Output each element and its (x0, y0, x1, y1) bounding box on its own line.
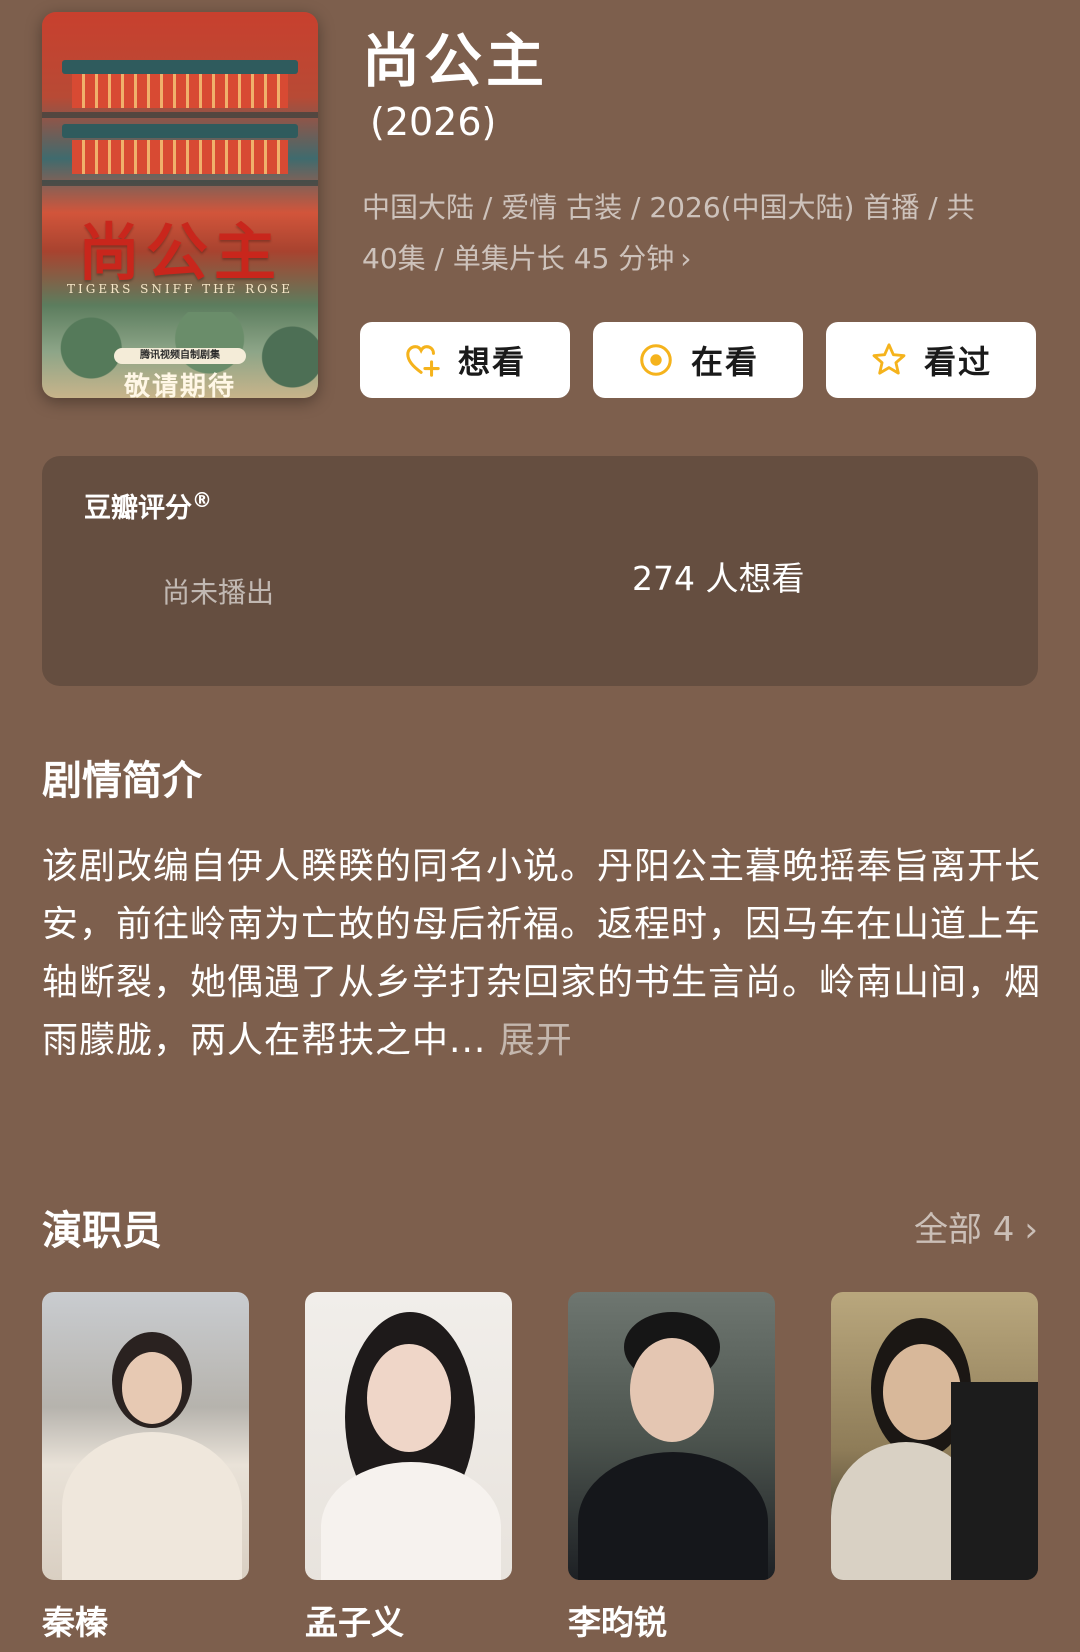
heart-plus-icon (406, 345, 440, 377)
expand-link[interactable]: 展开 (499, 1020, 573, 1061)
poster-pillars (72, 140, 288, 174)
meta-info[interactable]: 中国大陆 / 爱情 古装 / 2026(中国大陆) 首播 / 共 40集 / 单… (362, 182, 1022, 284)
photo-body (321, 1462, 501, 1580)
cast-name: 孟子义 (305, 1603, 404, 1642)
rating-label: 豆瓣评分® (84, 486, 212, 525)
rating-label-text: 豆瓣评分 (84, 493, 192, 524)
release-year: (2026) (370, 100, 497, 144)
cast-photo (305, 1292, 512, 1580)
rating-status: 尚未播出 (162, 576, 275, 609)
cast-photo (568, 1292, 775, 1580)
target-circle-icon (640, 344, 672, 376)
cast-member[interactable]: 秦榛 (42, 1292, 249, 1644)
watched-button[interactable]: 看过 (826, 322, 1036, 398)
poster-image[interactable]: 尚公主 TIGERS SNIFF THE ROSE 腾讯视频自制剧集 敬请期待 (42, 12, 318, 398)
chevron-right-icon: › (1024, 1210, 1038, 1250)
chevron-right-icon: › (680, 242, 692, 275)
photo-face (367, 1344, 451, 1452)
photo-face (883, 1344, 961, 1440)
cast-view-all-link[interactable]: 全部 4 › (914, 1202, 1038, 1251)
registered-mark: ® (192, 488, 212, 512)
poster-badge: 腾讯视频自制剧集 (114, 348, 246, 364)
watched-label: 看过 (923, 343, 992, 381)
rating-card[interactable]: 豆瓣评分® 尚未播出 274 人想看 (42, 456, 1038, 686)
cast-name: 秦榛 (42, 1603, 108, 1642)
cast-list: 秦榛 孟子义 李昀锐 (42, 1292, 1038, 1652)
cast-heading: 演职员 (42, 1208, 162, 1254)
cast-all-label: 全部 4 (913, 1210, 1015, 1250)
cast-member[interactable] (831, 1292, 1038, 1596)
cast-name: 李昀锐 (568, 1603, 667, 1642)
star-icon (872, 343, 906, 375)
action-bar: 想看 在看 看过 (360, 322, 1038, 398)
meta-line-2: 40集 / 单集片长 45 分钟 › (362, 233, 1022, 284)
meta-line-1: 中国大陆 / 爱情 古装 / 2026(中国大陆) 首播 / 共 (362, 191, 975, 224)
want-count: 274 人想看 (632, 559, 805, 598)
cast-member[interactable]: 李昀锐 (568, 1292, 775, 1644)
page-title: 尚公主 (362, 27, 549, 95)
want-to-watch-button[interactable]: 想看 (360, 322, 570, 398)
synopsis-text-block: 该剧改编自伊人睽睽的同名小说。丹阳公主暮晚摇奉旨离开长安，前往岭南为亡故的母后祈… (42, 838, 1042, 1070)
photo-monitor (951, 1382, 1038, 1580)
poster-band (42, 112, 318, 118)
watching-button[interactable]: 在看 (593, 322, 803, 398)
photo-body (62, 1432, 242, 1580)
poster-subtitle-art: TIGERS SNIFF THE ROSE (67, 282, 293, 296)
watching-label: 在看 (690, 343, 759, 381)
poster-pillars (72, 74, 288, 108)
photo-body (578, 1452, 768, 1580)
poster-roof (62, 124, 298, 138)
synopsis-heading: 剧情简介 (42, 758, 202, 804)
cast-photo (831, 1292, 1038, 1580)
poster-roof (62, 60, 298, 74)
cast-member[interactable]: 孟子义 (305, 1292, 512, 1644)
want-to-watch-label: 想看 (457, 343, 526, 381)
meta-line-2-text: 40集 / 单集片长 45 分钟 (362, 242, 675, 275)
photo-face (630, 1338, 714, 1442)
poster-band (42, 180, 318, 186)
cast-photo (42, 1292, 249, 1580)
poster-title-art: 尚公主 (77, 216, 282, 289)
poster-coming-soon: 敬请期待 (123, 372, 236, 398)
photo-face (122, 1352, 182, 1424)
